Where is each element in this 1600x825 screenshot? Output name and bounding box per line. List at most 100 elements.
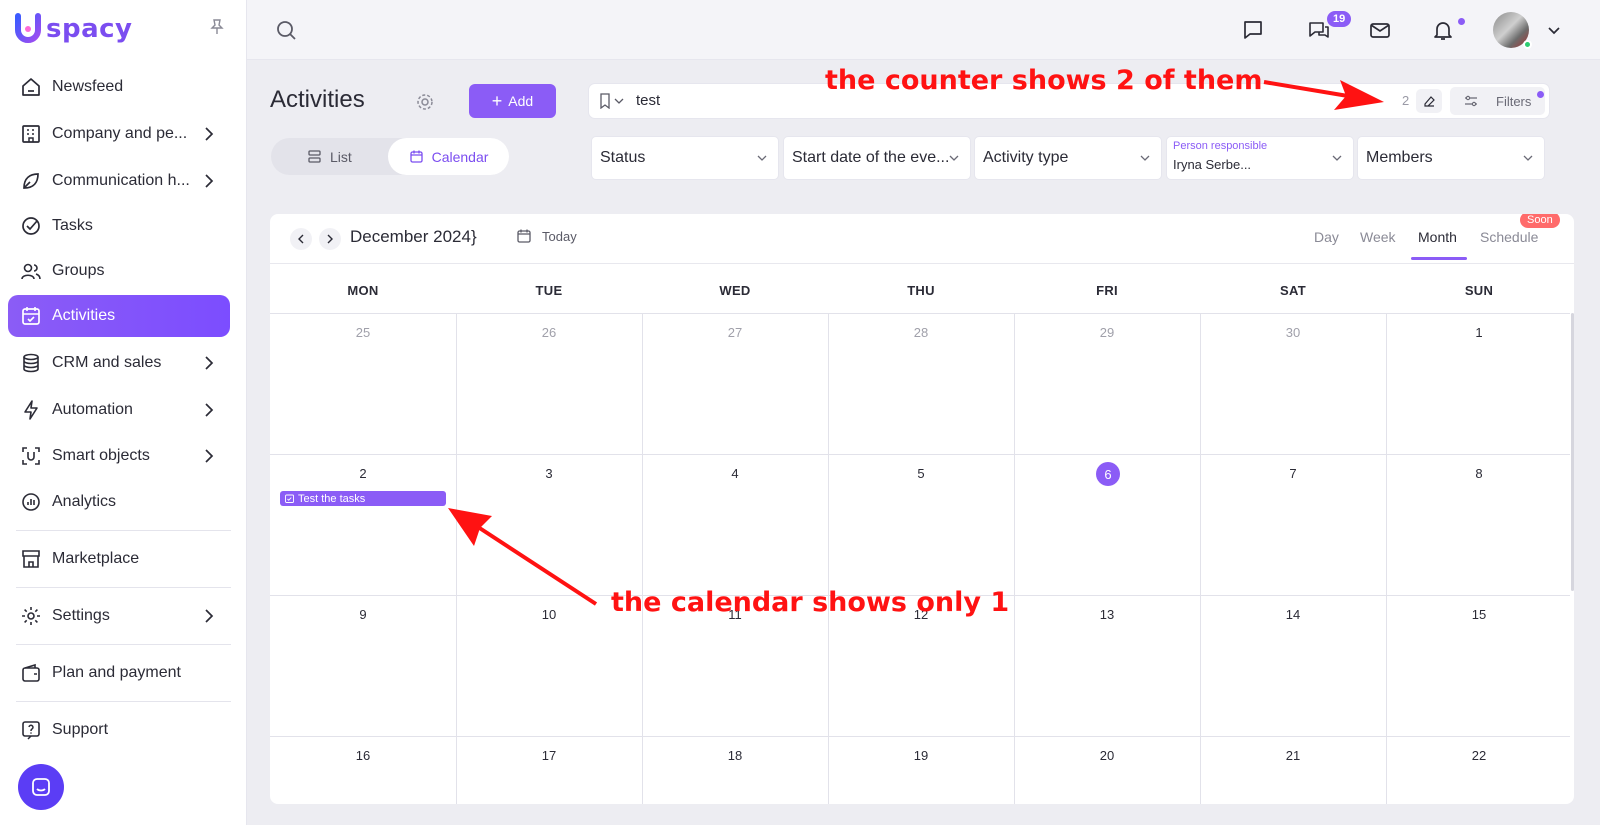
day-cell-number[interactable]: 19 (828, 748, 1014, 763)
sidebar-item-smart-objects[interactable]: Smart objects (8, 435, 230, 477)
calendar-icon (409, 150, 423, 163)
sidebar-item-label: CRM and sales (52, 354, 162, 371)
grid-col-line (456, 313, 457, 804)
weekday-header: FRI (1096, 283, 1118, 298)
prev-month-button[interactable] (290, 228, 312, 250)
chevron-down-icon (1332, 155, 1342, 161)
app-logo[interactable]: spacy (14, 12, 133, 46)
chat-icon (32, 778, 50, 796)
bookmark-dropdown-icon[interactable] (599, 93, 629, 109)
next-month-button[interactable] (319, 228, 341, 250)
day-cell-number[interactable]: 5 (828, 466, 1014, 481)
day-cell-number[interactable]: 20 (1014, 748, 1200, 763)
sidebar-item-activities[interactable]: Activities (8, 295, 230, 337)
day-cell-number[interactable]: 2 (270, 466, 456, 481)
day-cell-number[interactable]: 15 (1386, 607, 1572, 622)
day-cell-number[interactable]: 7 (1200, 466, 1386, 481)
day-cell-number[interactable]: 27 (642, 325, 828, 340)
day-cell-number[interactable]: 9 (270, 607, 456, 622)
view-toggle: List Calendar (271, 138, 509, 175)
communication-icon (23, 173, 39, 189)
sidebar-item-tasks[interactable]: Tasks (8, 205, 230, 247)
sidebar-item-label: Communication h... (52, 172, 190, 189)
sidebar-item-automation[interactable]: Automation (8, 389, 230, 431)
clear-search-button[interactable] (1416, 89, 1442, 113)
sidebar-item-analytics[interactable]: Analytics (8, 481, 230, 523)
sidebar-item-communication[interactable]: Communication h... (8, 160, 230, 202)
day-cell-number[interactable]: 14 (1200, 607, 1386, 622)
sidebar-divider (16, 701, 231, 702)
chat-widget-button[interactable] (18, 764, 64, 810)
mail-icon[interactable] (1368, 18, 1392, 42)
today-label: Today (542, 228, 577, 244)
start-date-filter[interactable]: Start date of the eve... (784, 137, 970, 179)
day-cell-number[interactable]: 30 (1200, 325, 1386, 340)
day-cell-number[interactable]: 1 (1386, 325, 1572, 340)
notification-dot (1458, 18, 1465, 25)
view-list-button[interactable]: List (307, 138, 352, 175)
sidebar-item-plan-payment[interactable]: Plan and payment (8, 652, 230, 694)
chevron-right-icon (205, 403, 214, 417)
sidebar-item-label: Smart objects (52, 447, 150, 464)
pin-icon[interactable] (208, 18, 226, 36)
day-cell-number[interactable]: 13 (1014, 607, 1200, 622)
help-icon (22, 721, 40, 740)
activity-type-filter-label: Activity type (983, 149, 1069, 166)
sidebar-item-groups[interactable]: Groups (8, 250, 230, 292)
scrollbar[interactable] (1571, 313, 1574, 591)
day-cell-number[interactable]: 3 (456, 466, 642, 481)
sidebar-item-newsfeed[interactable]: Newsfeed (8, 66, 230, 108)
sidebar-item-settings[interactable]: Settings (8, 595, 230, 637)
sidebar-item-label: Activities (52, 307, 116, 324)
settings-gear-icon[interactable] (415, 92, 435, 112)
day-cell-number[interactable]: 29 (1014, 325, 1200, 340)
weekday-header: WED (719, 283, 751, 298)
day-cell-number[interactable]: 28 (828, 325, 1014, 340)
bell-icon[interactable] (1431, 18, 1455, 42)
view-calendar-button[interactable]: Calendar (388, 138, 509, 175)
day-cell-number[interactable]: 17 (456, 748, 642, 763)
search-icon[interactable] (275, 19, 297, 41)
chevron-right-icon (205, 174, 214, 188)
calendar-card: December 2024} Today Day Week Month Sche… (270, 214, 1574, 804)
annotation-calendar-note: the calendar shows only 1 (611, 587, 1010, 618)
members-filter[interactable]: Members (1358, 137, 1544, 179)
users-icon (21, 263, 41, 280)
sidebar-item-crm[interactable]: CRM and sales (8, 342, 230, 384)
header-divider (270, 263, 1574, 264)
day-cell-number[interactable]: 26 (456, 325, 642, 340)
sidebar-item-marketplace[interactable]: Marketplace (8, 538, 230, 580)
today-button[interactable]: Today (516, 228, 577, 244)
search-input[interactable]: test (636, 92, 660, 109)
status-filter[interactable]: Status (592, 137, 778, 179)
top-bar: 19 (247, 0, 1600, 60)
day-cell-number[interactable]: 21 (1200, 748, 1386, 763)
tab-day[interactable]: Day (1314, 229, 1339, 245)
tab-week[interactable]: Week (1360, 229, 1396, 245)
today-date-marker[interactable]: 6 (1096, 462, 1120, 486)
day-cell-number[interactable]: 22 (1386, 748, 1572, 763)
tab-month[interactable]: Month (1418, 229, 1457, 245)
grid-col-line (1014, 313, 1015, 804)
grid-row-line (270, 454, 1570, 455)
sidebar-item-support[interactable]: Support (8, 709, 230, 751)
sidebar-item-label: Settings (52, 607, 110, 624)
day-cell-number[interactable]: 8 (1386, 466, 1572, 481)
sliders-icon (1465, 95, 1477, 107)
message-icon[interactable] (1241, 18, 1265, 42)
sidebar-item-company[interactable]: Company and pe... (8, 113, 230, 155)
calendar-icon (517, 229, 531, 243)
calendar-event[interactable]: Test the tasks (280, 491, 446, 506)
activity-type-filter[interactable]: Activity type (975, 137, 1161, 179)
tab-schedule[interactable]: Schedule (1480, 229, 1538, 245)
add-button[interactable]: + Add (469, 84, 556, 118)
day-cell-number[interactable]: 18 (642, 748, 828, 763)
chevron-down-icon[interactable] (1547, 24, 1561, 38)
day-cell-number[interactable]: 25 (270, 325, 456, 340)
person-responsible-filter[interactable]: Person responsible Iryna Serbe... (1167, 137, 1353, 179)
filters-button[interactable]: Filters (1450, 87, 1545, 115)
day-cell-number[interactable]: 16 (270, 748, 456, 763)
day-cell-number[interactable]: 4 (642, 466, 828, 481)
person-responsible-value: Iryna Serbe... (1173, 157, 1252, 172)
gear-icon (22, 607, 40, 625)
